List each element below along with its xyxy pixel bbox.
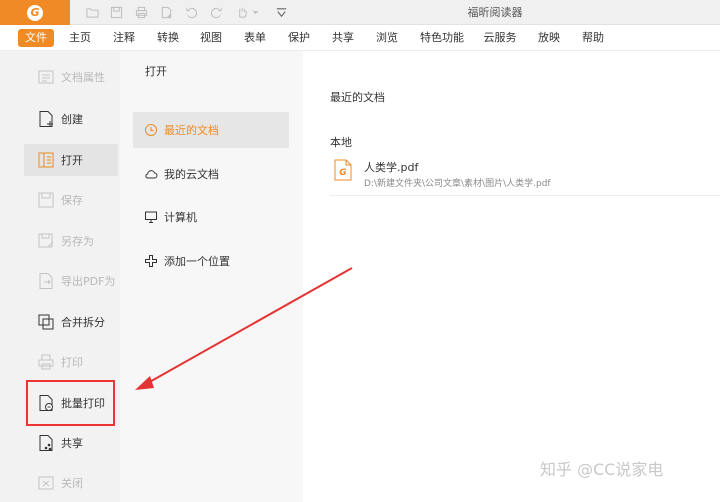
add-location-icon: [144, 254, 158, 268]
svg-text:G: G: [339, 168, 346, 178]
location-recent-documents[interactable]: 最近的文档: [133, 112, 289, 148]
save-icon: [37, 191, 55, 209]
hand-tool-icon[interactable]: [234, 4, 250, 20]
open-folder-icon[interactable]: [84, 4, 100, 20]
customize-dropdown-icon[interactable]: [273, 4, 289, 20]
menu-form[interactable]: 表单: [241, 29, 269, 47]
menu-help[interactable]: 帮助: [579, 29, 607, 47]
menu-label: 保存: [61, 194, 83, 207]
file-path: D:\新建文件夹\公司文章\素材\图片\人类学.pdf: [364, 179, 551, 189]
print-icon[interactable]: [133, 4, 149, 20]
menu-print[interactable]: 打印: [24, 346, 118, 378]
menu-home[interactable]: 主页: [66, 29, 94, 47]
menu-document-properties[interactable]: 文档属性: [24, 61, 118, 93]
recent-heading: 最近的文档: [330, 91, 385, 104]
print-icon: [37, 353, 55, 371]
location-label: 计算机: [164, 211, 197, 224]
file-backstage-menu: 文档属性 创建 打开 保存 另存为 导出PDF为 合并拆分 打印 批量打印 共享…: [0, 51, 120, 502]
menu-label: 导出PDF为: [61, 275, 116, 288]
merge-split-icon: [37, 313, 55, 331]
computer-icon: [144, 210, 158, 224]
menu-open[interactable]: 打开: [24, 144, 118, 176]
menu-slideshow[interactable]: 放映: [535, 29, 563, 47]
location-label: 我的云文档: [164, 168, 219, 181]
undo-icon[interactable]: [183, 4, 199, 20]
new-file-icon[interactable]: [158, 4, 174, 20]
menu-bar: 文件 主页 注释 转换 视图 表单 保护 共享 浏览 特色功能 云服务 放映 帮…: [0, 25, 720, 51]
batch-print-icon: [37, 394, 55, 412]
menu-save-as[interactable]: 另存为: [24, 225, 118, 257]
location-cloud-documents[interactable]: 我的云文档: [133, 156, 289, 192]
menu-label: 另存为: [61, 235, 94, 248]
hand-tool-dropdown-icon[interactable]: [250, 4, 260, 20]
menu-label: 文档属性: [61, 71, 105, 84]
window-title: 福昕阅读器: [467, 6, 523, 19]
share-icon: [37, 434, 55, 452]
menu-create[interactable]: 创建: [24, 103, 118, 135]
document-properties-icon: [37, 68, 55, 86]
clock-icon: [144, 123, 158, 137]
menu-label: 批量打印: [61, 397, 105, 410]
recent-file-row[interactable]: G 人类学.pdf D:\新建文件夹\公司文章\素材\图片\人类学.pdf: [330, 154, 720, 196]
redo-icon[interactable]: [208, 4, 224, 20]
menu-label: 创建: [61, 113, 83, 126]
menu-label: 共享: [61, 437, 83, 450]
menu-label: 打开: [61, 154, 83, 167]
foxit-logo-icon: G: [27, 4, 43, 21]
title-bar: G 福昕阅读器: [0, 0, 720, 25]
local-section-label: 本地: [330, 136, 352, 149]
menu-protect[interactable]: 保护: [285, 29, 313, 47]
menu-label: 打印: [61, 356, 83, 369]
menu-export-pdf[interactable]: 导出PDF为: [24, 265, 118, 297]
watermark: 知乎 @CC说家电: [540, 460, 664, 479]
menu-batch-print[interactable]: 批量打印: [26, 380, 115, 426]
open-icon: [37, 151, 55, 169]
menu-comment[interactable]: 注释: [110, 29, 138, 47]
menu-browse[interactable]: 浏览: [373, 29, 401, 47]
create-icon: [37, 110, 55, 128]
menu-label: 关闭: [61, 477, 83, 490]
menu-close[interactable]: 关闭: [24, 467, 118, 499]
panel-title: 打开: [145, 65, 167, 78]
file-name: 人类学.pdf: [364, 161, 419, 174]
location-label: 最近的文档: [164, 124, 219, 137]
save-icon[interactable]: [108, 4, 124, 20]
menu-label: 合并拆分: [61, 316, 105, 329]
menu-view[interactable]: 视图: [197, 29, 225, 47]
menu-featured[interactable]: 特色功能: [418, 29, 466, 47]
menu-save[interactable]: 保存: [24, 184, 118, 216]
save-as-icon: [37, 232, 55, 250]
close-icon: [37, 474, 55, 492]
menu-share[interactable]: 共享: [329, 29, 357, 47]
menu-share[interactable]: 共享: [24, 427, 118, 459]
menu-file[interactable]: 文件: [18, 29, 54, 47]
app-logo[interactable]: G: [0, 0, 70, 25]
menu-cloud[interactable]: 云服务: [481, 29, 519, 47]
open-locations-panel: 打开 最近的文档 我的云文档 计算机 添加一个位置: [120, 51, 303, 502]
location-add-place[interactable]: 添加一个位置: [133, 243, 289, 279]
menu-merge-split[interactable]: 合并拆分: [24, 306, 118, 338]
recent-documents-view: 最近的文档 本地 G 人类学.pdf D:\新建文件夹\公司文章\素材\图片\人…: [303, 51, 720, 502]
location-computer[interactable]: 计算机: [133, 199, 289, 235]
export-pdf-icon: [37, 272, 55, 290]
pdf-file-icon: G: [334, 159, 352, 181]
menu-convert[interactable]: 转换: [154, 29, 182, 47]
location-label: 添加一个位置: [164, 255, 230, 268]
cloud-icon: [144, 167, 158, 181]
